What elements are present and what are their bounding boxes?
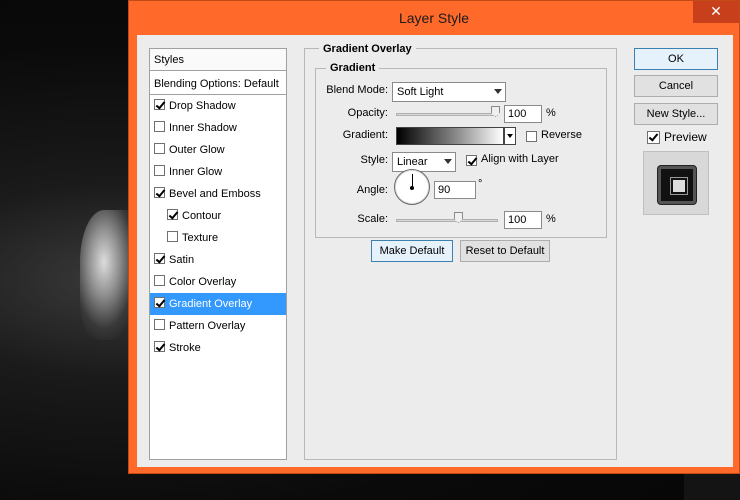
gradient-overlay-group: Gradient Overlay Gradient Blend Mode: So… xyxy=(304,43,617,460)
style-item-label: Texture xyxy=(182,232,219,244)
blend-mode-label: Blend Mode: xyxy=(326,84,388,96)
style-item-pattern-overlay[interactable]: Pattern Overlay xyxy=(150,315,286,337)
stroke-checkbox[interactable] xyxy=(154,341,165,352)
style-item-bevel-emboss[interactable]: Bevel and Emboss xyxy=(150,183,286,205)
ok-button[interactable]: OK xyxy=(634,48,718,70)
group-title: Gradient Overlay xyxy=(319,43,416,55)
style-item-label: Bevel and Emboss xyxy=(169,188,261,200)
style-select[interactable]: Linear xyxy=(392,152,456,172)
subgroup-title: Gradient xyxy=(326,62,380,74)
reset-to-default-button[interactable]: Reset to Default xyxy=(460,240,550,262)
gradient-overlay-checkbox[interactable] xyxy=(154,297,165,308)
style-item-texture[interactable]: Texture xyxy=(150,227,286,249)
angle-unit: ° xyxy=(478,178,483,190)
style-item-label: Drop Shadow xyxy=(169,100,236,112)
blend-mode-select[interactable]: Soft Light xyxy=(392,82,506,102)
blend-mode-value: Soft Light xyxy=(397,86,444,98)
opacity-label: Opacity: xyxy=(347,107,388,119)
style-item-label: Contour xyxy=(182,210,222,222)
scale-unit: % xyxy=(546,213,556,225)
gradient-dropdown[interactable] xyxy=(504,127,516,145)
style-item-color-overlay[interactable]: Color Overlay xyxy=(150,271,286,293)
style-item-label: Stroke xyxy=(169,342,201,354)
preview-thumbnail xyxy=(658,166,696,204)
reverse-label: Reverse xyxy=(541,129,582,141)
reverse-checkbox[interactable] xyxy=(526,131,537,142)
contour-checkbox[interactable] xyxy=(167,209,178,220)
cancel-button[interactable]: Cancel xyxy=(634,75,718,97)
close-button[interactable]: ✕ xyxy=(693,1,739,23)
style-item-label: Outer Glow xyxy=(169,144,225,156)
blending-options-item[interactable]: Blending Options: Default xyxy=(150,73,286,95)
opacity-slider[interactable] xyxy=(396,113,498,116)
align-with-layer-checkbox[interactable] xyxy=(466,155,477,166)
style-item-stroke[interactable]: Stroke xyxy=(150,337,286,359)
angle-center xyxy=(410,186,414,190)
chevron-down-icon xyxy=(444,159,452,164)
style-item-gradient-overlay[interactable]: Gradient Overlay xyxy=(150,293,286,315)
inner-glow-checkbox[interactable] xyxy=(154,165,165,176)
style-item-label: Inner Shadow xyxy=(169,122,237,134)
scale-slider[interactable] xyxy=(396,219,498,222)
style-item-label: Satin xyxy=(169,254,195,266)
gradient-subgroup: Gradient Blend Mode: Soft Light Opacity:… xyxy=(315,62,607,238)
drop-shadow-checkbox[interactable] xyxy=(154,99,165,110)
style-item-drop-shadow[interactable]: Drop Shadow xyxy=(150,95,286,117)
chevron-down-icon xyxy=(494,89,502,94)
styles-header[interactable]: Styles xyxy=(150,49,286,71)
align-with-layer-label: Align with Layer xyxy=(481,153,559,165)
outer-glow-checkbox[interactable] xyxy=(154,143,165,154)
style-item-label: Pattern Overlay xyxy=(169,320,246,332)
angle-input[interactable]: 90 xyxy=(434,181,476,199)
style-value: Linear xyxy=(397,156,428,168)
style-item-inner-glow[interactable]: Inner Glow xyxy=(150,161,286,183)
color-overlay-checkbox[interactable] xyxy=(154,275,165,286)
texture-checkbox[interactable] xyxy=(167,231,178,242)
dialog-client: Styles Blending Options: Default Drop Sh… xyxy=(137,35,733,467)
style-preview xyxy=(643,151,709,215)
close-icon: ✕ xyxy=(710,4,722,20)
angle-dial[interactable] xyxy=(394,169,430,205)
bevel-emboss-checkbox[interactable] xyxy=(154,187,165,198)
layer-style-dialog: Layer Style ✕ Styles Blending Options: D… xyxy=(128,0,740,474)
preview-label: Preview xyxy=(664,130,707,144)
style-item-label: Gradient Overlay xyxy=(169,298,253,310)
style-item-contour[interactable]: Contour xyxy=(150,205,286,227)
pattern-overlay-checkbox[interactable] xyxy=(154,319,165,330)
preview-checkbox[interactable] xyxy=(647,131,660,144)
gradient-label: Gradient: xyxy=(342,129,388,141)
angle-label: Angle: xyxy=(356,184,388,196)
style-label: Style: xyxy=(360,154,388,166)
dialog-title: Layer Style xyxy=(398,10,470,26)
satin-checkbox[interactable] xyxy=(154,253,165,264)
inner-shadow-checkbox[interactable] xyxy=(154,121,165,132)
scale-label: Scale: xyxy=(357,213,388,225)
make-default-button[interactable]: Make Default xyxy=(371,240,453,262)
opacity-input[interactable]: 100 xyxy=(504,105,542,123)
style-item-label: Inner Glow xyxy=(169,166,223,178)
styles-list: Styles Blending Options: Default Drop Sh… xyxy=(149,48,287,460)
style-item-label: Color Overlay xyxy=(169,276,237,288)
style-item-satin[interactable]: Satin xyxy=(150,249,286,271)
opacity-unit: % xyxy=(546,107,556,119)
new-style-button[interactable]: New Style... xyxy=(634,103,718,125)
gradient-swatch[interactable] xyxy=(396,127,504,145)
style-item-inner-shadow[interactable]: Inner Shadow xyxy=(150,117,286,139)
style-item-outer-glow[interactable]: Outer Glow xyxy=(150,139,286,161)
scale-input[interactable]: 100 xyxy=(504,211,542,229)
